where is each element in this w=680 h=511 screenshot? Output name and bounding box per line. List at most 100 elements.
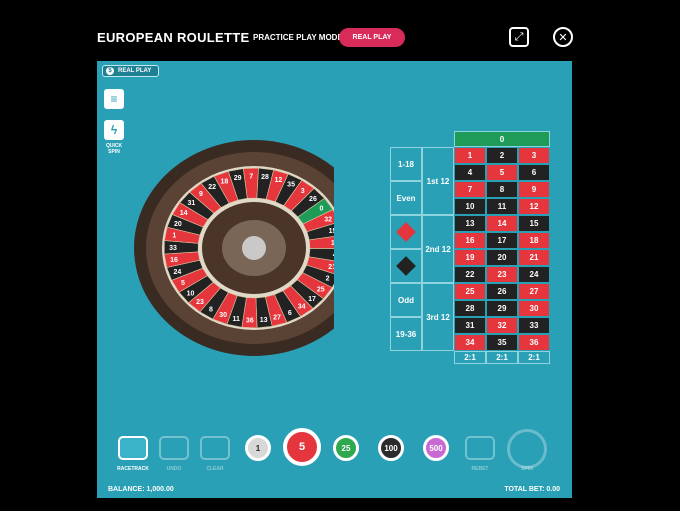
spin-label: SPIN xyxy=(521,466,533,472)
rebet-button[interactable] xyxy=(465,436,495,460)
number-cell[interactable]: 34 xyxy=(454,334,486,351)
wheel-pocket-number: 0 xyxy=(320,206,324,213)
fullscreen-icon[interactable]: ⤢ xyxy=(509,27,529,47)
wheel-pocket-number: 25 xyxy=(317,286,325,293)
wheel-pocket-number: 26 xyxy=(309,196,317,203)
low-bet[interactable]: 1-18 xyxy=(390,147,422,181)
chip-25[interactable]: 25 xyxy=(333,435,359,461)
number-cell[interactable]: 24 xyxy=(518,266,550,283)
wheel-pocket-number: 16 xyxy=(170,257,178,264)
menu-button[interactable]: ≡ xyxy=(104,89,124,109)
number-cell[interactable]: 21 xyxy=(518,249,550,266)
wheel-pocket-number: 4 xyxy=(333,252,334,259)
number-cell[interactable]: 28 xyxy=(454,300,486,317)
number-cell[interactable]: 29 xyxy=(486,300,518,317)
number-cell[interactable]: 33 xyxy=(518,317,550,334)
number-cell[interactable]: 17 xyxy=(486,232,518,249)
wheel-spindle xyxy=(242,236,266,260)
number-cell[interactable]: 8 xyxy=(486,181,518,198)
top-bar: EUROPEAN ROULETTE PRACTICE PLAY MODE REA… xyxy=(0,0,680,60)
mode-label: PRACTICE PLAY MODE xyxy=(253,33,343,42)
wheel-pocket-number: 2 xyxy=(326,276,330,283)
wheel-pocket-number: 28 xyxy=(261,174,269,181)
racetrack-button[interactable] xyxy=(118,436,148,460)
number-cell[interactable]: 18 xyxy=(518,232,550,249)
wheel-pocket-number: 24 xyxy=(174,269,182,276)
clear-button[interactable] xyxy=(200,436,230,460)
number-cell[interactable]: 16 xyxy=(454,232,486,249)
badge-label: REAL PLAY xyxy=(118,68,152,74)
number-cell[interactable]: 11 xyxy=(486,198,518,215)
undo-label: UNDO xyxy=(166,466,182,472)
spin-button[interactable] xyxy=(507,429,547,469)
number-cell[interactable]: 26 xyxy=(486,283,518,300)
number-cell[interactable]: 13 xyxy=(454,215,486,232)
number-cell[interactable]: 31 xyxy=(454,317,486,334)
number-cell[interactable]: 20 xyxy=(486,249,518,266)
wheel-pocket-number: 11 xyxy=(233,316,241,323)
wheel-pocket-number: 8 xyxy=(209,306,213,313)
number-cell[interactable]: 1 xyxy=(454,147,486,164)
odd-bet[interactable]: Odd xyxy=(390,283,422,317)
column-bet[interactable]: 2:1 xyxy=(486,351,518,364)
wheel-pocket-number: 36 xyxy=(246,317,254,324)
number-cell[interactable]: 27 xyxy=(518,283,550,300)
number-cell[interactable]: 6 xyxy=(518,164,550,181)
roulette-wheel: 0321519421225173462713361130823105241633… xyxy=(134,140,334,356)
wheel-pocket-number: 5 xyxy=(181,280,185,287)
number-cell[interactable]: 2 xyxy=(486,147,518,164)
balance-display: BALANCE: 1,000.00 xyxy=(108,486,174,493)
chip-5[interactable]: 5 xyxy=(283,428,321,466)
column-bet[interactable]: 2:1 xyxy=(454,351,486,364)
number-cell[interactable]: 30 xyxy=(518,300,550,317)
even-bet[interactable]: Even xyxy=(390,181,422,215)
wheel-pocket-number: 22 xyxy=(208,184,216,191)
high-bet[interactable]: 19-36 xyxy=(390,317,422,351)
number-cell[interactable]: 9 xyxy=(518,181,550,198)
red-diamond-icon xyxy=(396,222,416,242)
quick-spin-label: QUICK SPIN xyxy=(105,143,123,155)
number-cell[interactable]: 23 xyxy=(486,266,518,283)
wheel-pocket-number: 1 xyxy=(172,233,176,240)
wheel-pocket-number: 21 xyxy=(328,264,334,271)
number-cell[interactable]: 35 xyxy=(486,334,518,351)
close-icon[interactable]: ✕ xyxy=(553,27,573,47)
wheel-pocket-number: 13 xyxy=(260,317,268,324)
dollar-coin-icon: $ xyxy=(106,67,114,75)
number-cell[interactable]: 14 xyxy=(486,215,518,232)
number-cell[interactable]: 5 xyxy=(486,164,518,181)
black-diamond-icon xyxy=(396,256,416,276)
game-title: EUROPEAN ROULETTE xyxy=(97,30,250,45)
column-bet[interactable]: 2:1 xyxy=(518,351,550,364)
chip-1[interactable]: 1 xyxy=(245,435,271,461)
number-cell[interactable]: 10 xyxy=(454,198,486,215)
wheel-pocket-number: 7 xyxy=(249,174,253,181)
number-cell[interactable]: 3 xyxy=(518,147,550,164)
number-cell[interactable]: 36 xyxy=(518,334,550,351)
real-play-button[interactable]: REAL PLAY xyxy=(339,28,405,47)
dozen-bet[interactable]: 3rd 12 xyxy=(422,283,454,351)
number-cell[interactable]: 19 xyxy=(454,249,486,266)
number-cell[interactable]: 12 xyxy=(518,198,550,215)
chip-100[interactable]: 100 xyxy=(378,435,404,461)
number-cell[interactable]: 7 xyxy=(454,181,486,198)
number-cell[interactable]: 22 xyxy=(454,266,486,283)
wheel-pocket-number: 31 xyxy=(188,200,196,207)
real-play-badge[interactable]: $ REAL PLAY xyxy=(102,65,159,77)
number-cell[interactable]: 15 xyxy=(518,215,550,232)
dozen-bet[interactable]: 2nd 12 xyxy=(422,215,454,283)
red-bet[interactable] xyxy=(390,215,422,249)
undo-button[interactable] xyxy=(159,436,189,460)
chip-500[interactable]: 500 xyxy=(423,435,449,461)
wheel-pocket-number: 35 xyxy=(287,181,295,188)
wheel-pocket-number: 18 xyxy=(221,178,229,185)
number-cell[interactable]: 32 xyxy=(486,317,518,334)
black-bet[interactable] xyxy=(390,249,422,283)
number-cell[interactable]: 25 xyxy=(454,283,486,300)
wheel-pocket-number: 23 xyxy=(196,299,204,306)
wheel-pocket-number: 30 xyxy=(219,312,227,319)
zero-cell[interactable]: 0 xyxy=(454,131,550,147)
dozen-bet[interactable]: 1st 12 xyxy=(422,147,454,215)
quick-spin-button[interactable]: ϟ xyxy=(104,120,124,140)
number-cell[interactable]: 4 xyxy=(454,164,486,181)
